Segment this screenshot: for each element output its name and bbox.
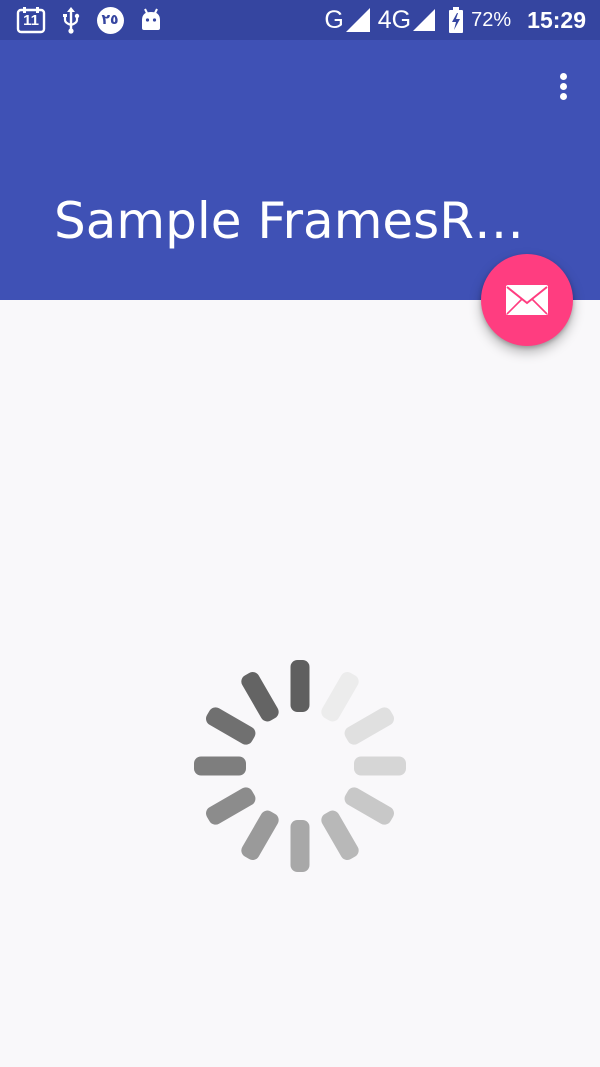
signal-icon-2	[413, 9, 436, 31]
network-type-4g: 4G	[377, 5, 412, 34]
spinner-spoke	[206, 707, 256, 745]
calendar-icon: 11	[16, 6, 46, 34]
spinner-spoke	[194, 756, 246, 776]
usb-icon	[62, 6, 80, 34]
spinner-spoke	[290, 660, 310, 712]
battery-percent: 72%	[471, 8, 512, 31]
spinner-spoke	[354, 756, 406, 776]
spinner-spoke	[241, 810, 279, 860]
spinner-spoke	[206, 787, 256, 825]
more-vert-icon[interactable]	[548, 66, 580, 106]
notification-badge-icon: ٢٥	[96, 6, 124, 34]
signal-icon	[345, 8, 370, 32]
spinner-spoke	[241, 672, 279, 722]
status-bar: 11 ٢٥ G 4G 72% 15:29	[0, 0, 600, 40]
spinner-spoke	[290, 820, 310, 872]
loading-spinner-icon	[194, 660, 406, 872]
email-fab-button[interactable]	[481, 254, 573, 346]
battery-charging-icon	[449, 7, 464, 33]
network-type-g: G	[324, 5, 344, 34]
clock: 15:29	[527, 6, 586, 33]
spinner-spoke	[321, 810, 359, 860]
spinner-spoke	[321, 672, 359, 722]
email-icon	[506, 285, 548, 315]
spinner-spoke	[344, 707, 394, 745]
calendar-day: 11	[23, 12, 39, 29]
app-title: Sample FramesR…	[54, 192, 524, 250]
spinner-spoke	[344, 787, 394, 825]
android-icon	[140, 6, 162, 34]
notification-badge-text: ٢٥	[101, 12, 119, 28]
status-right-group: G 4G 72% 15:29	[324, 0, 586, 40]
